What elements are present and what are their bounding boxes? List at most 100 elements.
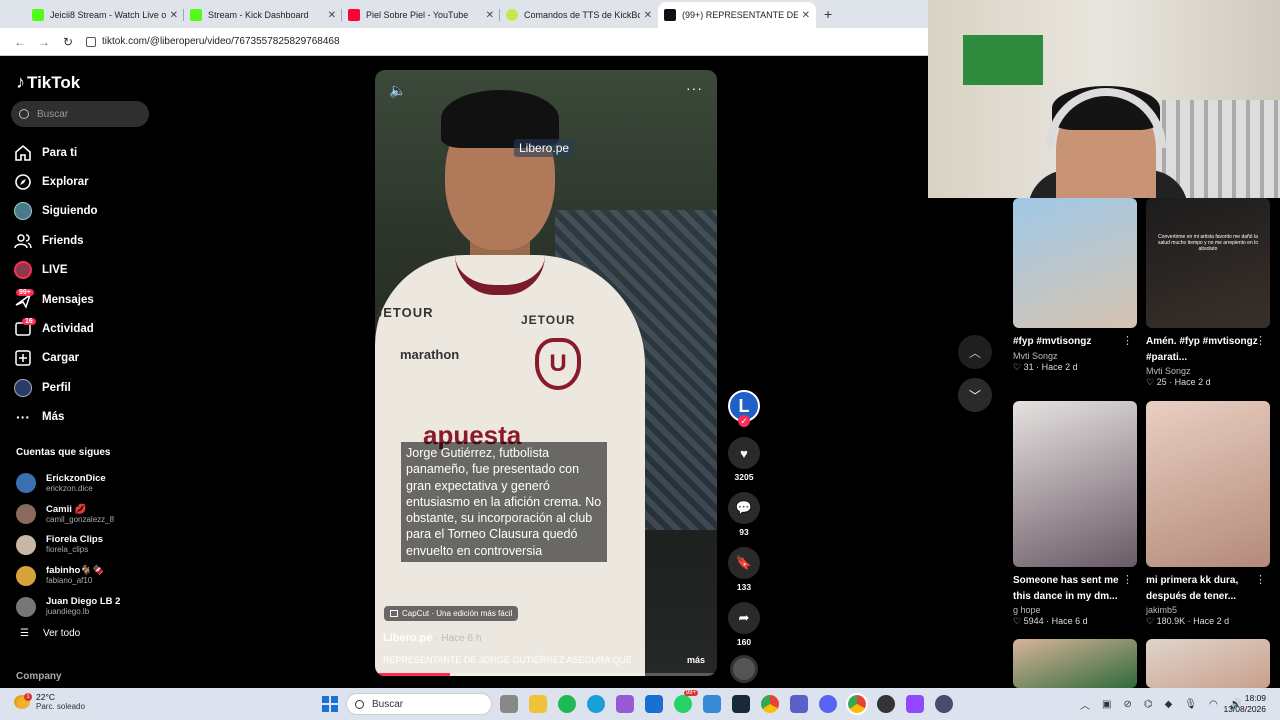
sidebar-item-live[interactable]: LIVE: [14, 256, 98, 285]
sidebar-item-mensajes[interactable]: 99+ Mensajes: [14, 285, 98, 314]
tray-shield-icon[interactable]: ◆: [1165, 699, 1173, 710]
recommended-video-card[interactable]: Convertirme en mi artista favorito me da…: [1146, 198, 1270, 388]
card-more-icon[interactable]: ⋮: [1122, 334, 1133, 347]
follow-plus-icon[interactable]: ✓: [738, 415, 750, 427]
video-thumbnail[interactable]: [1146, 401, 1270, 567]
comment-button[interactable]: 💬: [728, 492, 760, 524]
share-button[interactable]: ➦: [728, 602, 760, 634]
recommended-video-card[interactable]: ⋮ Someone has sent me this dance in my d…: [1013, 401, 1137, 627]
video-author[interactable]: Libero.pe · Hace 6 h: [383, 632, 481, 644]
sidebar-item-actividad[interactable]: 16 Actividad: [14, 314, 98, 343]
tray-mic-icon[interactable]: 🎙: [1184, 699, 1197, 710]
video-thumbnail[interactable]: [1013, 639, 1137, 688]
close-tab-icon[interactable]: ✕: [328, 10, 336, 21]
show-more-button[interactable]: más: [687, 655, 705, 665]
following-account[interactable]: Camii 💋 camil_gonzalezz_8: [16, 499, 120, 530]
jersey-brand-text: marathon: [400, 347, 460, 362]
tab-title: Stream - Kick Dashboard: [208, 10, 309, 20]
taskbar-search-input[interactable]: Buscar: [346, 693, 492, 715]
recommended-video-card[interactable]: ⋮ #fyp #mvtisongz Mvti Songz ♡ 31 · Hace…: [1013, 198, 1137, 373]
close-tab-icon[interactable]: ✕: [170, 10, 178, 21]
site-info-icon[interactable]: [86, 36, 96, 47]
reload-icon[interactable]: ↻: [56, 35, 80, 49]
outlook-icon[interactable]: [645, 695, 663, 713]
tray-network-icon[interactable]: ⌬: [1144, 699, 1153, 710]
chrome-profile-icon[interactable]: [846, 693, 868, 715]
weather-widget[interactable]: 1 22°C Parc. soleado: [14, 692, 85, 712]
taskbar-clock[interactable]: 18:09 13/08/2026: [1223, 693, 1266, 715]
discord-icon[interactable]: [819, 695, 837, 713]
teams-icon[interactable]: [790, 695, 808, 713]
music-disc-icon[interactable]: [730, 655, 758, 683]
back-arrow-icon[interactable]: ←: [8, 35, 32, 49]
url-field[interactable]: tiktok.com/@liberoperu/video/76735578258…: [86, 36, 340, 47]
avatar: [16, 534, 36, 555]
tray-app-icon[interactable]: ▣: [1102, 699, 1111, 710]
video-more-options-icon[interactable]: ···: [686, 80, 703, 96]
task-view-icon[interactable]: [500, 695, 518, 713]
avatar-letter: L: [738, 395, 750, 416]
copilot-icon[interactable]: [616, 695, 634, 713]
edge-icon[interactable]: [587, 695, 605, 713]
following-account[interactable]: Juan Diego LB 2 juandiego.lb: [16, 591, 120, 622]
video-thumbnail[interactable]: [1146, 639, 1270, 688]
obs-icon[interactable]: [877, 695, 895, 713]
video-thumbnail[interactable]: [1013, 401, 1137, 567]
like-button[interactable]: ♥: [728, 437, 760, 469]
save-button[interactable]: 🔖: [728, 547, 760, 579]
sidebar-item-mas[interactable]: ··· Más: [14, 403, 98, 432]
more-icon: ···: [16, 409, 30, 426]
recommended-video-card[interactable]: [1013, 639, 1137, 688]
video-player[interactable]: JETOUR JETOUR marathon U apuesta 🔈 ··· L…: [375, 70, 717, 676]
browser-tab-kick-stream[interactable]: Jeicii8 Stream - Watch Live on K ✕: [26, 2, 184, 28]
windows-start-icon[interactable]: [322, 696, 338, 712]
recommended-video-card[interactable]: ⋮ mi primera kk dura, después de tener..…: [1146, 401, 1270, 627]
browser-tab-youtube[interactable]: Piel Sobre Piel - YouTube ✕: [342, 2, 500, 28]
file-explorer-icon[interactable]: [529, 695, 547, 713]
tray-chevron-icon[interactable]: ︿: [1080, 697, 1090, 712]
sidebar-item-cargar[interactable]: Cargar: [14, 344, 98, 373]
volume-icon[interactable]: 🔈: [389, 82, 406, 99]
close-tab-icon[interactable]: ✕: [644, 10, 652, 21]
browser-tab-tiktok[interactable]: (99+) REPRESENTANTE DE JORGE ✕: [658, 2, 816, 28]
browser-tab-kick-dashboard[interactable]: Stream - Kick Dashboard ✕: [184, 2, 342, 28]
following-account[interactable]: fabinho🐐🍫 fabiano_af10: [16, 560, 120, 591]
close-tab-icon[interactable]: ✕: [802, 10, 810, 21]
sidebar-item-friends[interactable]: Friends: [14, 226, 98, 255]
video-thumbnail[interactable]: [1013, 198, 1137, 328]
following-account[interactable]: ErickzonDice erickzon.dice: [16, 468, 120, 499]
card-more-icon[interactable]: ⋮: [1255, 334, 1266, 347]
following-account[interactable]: Fiorela Clips fiorela_clips: [16, 530, 120, 561]
new-tab-button[interactable]: +: [824, 6, 832, 22]
spotify-icon[interactable]: [558, 695, 576, 713]
close-tab-icon[interactable]: ✕: [486, 10, 494, 21]
see-all-button[interactable]: ☰ Ver todo: [20, 628, 80, 639]
previous-video-button[interactable]: ︿: [958, 335, 992, 369]
search-input[interactable]: Buscar: [11, 101, 149, 127]
card-more-icon[interactable]: ⋮: [1255, 573, 1266, 586]
next-video-button[interactable]: ﹀: [958, 378, 992, 412]
kickbot-favicon-icon: [506, 9, 518, 21]
recommended-video-card[interactable]: [1146, 639, 1270, 688]
whatsapp-icon[interactable]: 99+: [674, 690, 698, 713]
twitch-icon[interactable]: [906, 695, 924, 713]
company-link[interactable]: Company: [16, 671, 62, 682]
sidebar-item-perfil[interactable]: Perfil: [14, 373, 98, 402]
sidebar-item-para-ti[interactable]: Para ti: [14, 138, 98, 167]
browser-tab-kickbot[interactable]: Comandos de TTS de KickBot ✕: [500, 2, 658, 28]
card-more-icon[interactable]: ⋮: [1122, 573, 1133, 586]
sidebar-item-explorar[interactable]: Explorar: [14, 167, 98, 196]
video-progress-bar[interactable]: [375, 673, 717, 676]
sidebar-item-siguiendo[interactable]: Siguiendo: [14, 197, 98, 226]
tiktok-logo[interactable]: ♪ TikTok: [16, 72, 80, 93]
tray-wifi-icon[interactable]: ◠: [1209, 699, 1218, 710]
steam-icon[interactable]: [732, 695, 750, 713]
app-icon[interactable]: [935, 695, 953, 713]
chrome-icon[interactable]: [761, 695, 779, 713]
forward-arrow-icon[interactable]: →: [32, 35, 56, 49]
capcut-badge[interactable]: CapCut · Una edición más fácil: [384, 606, 519, 621]
video-thumbnail[interactable]: Convertirme en mi artista favorito me da…: [1146, 198, 1270, 328]
store-icon[interactable]: [703, 695, 721, 713]
card-user: Mvti Songz: [1013, 350, 1058, 361]
tray-mute-icon[interactable]: ⊘: [1123, 699, 1131, 710]
